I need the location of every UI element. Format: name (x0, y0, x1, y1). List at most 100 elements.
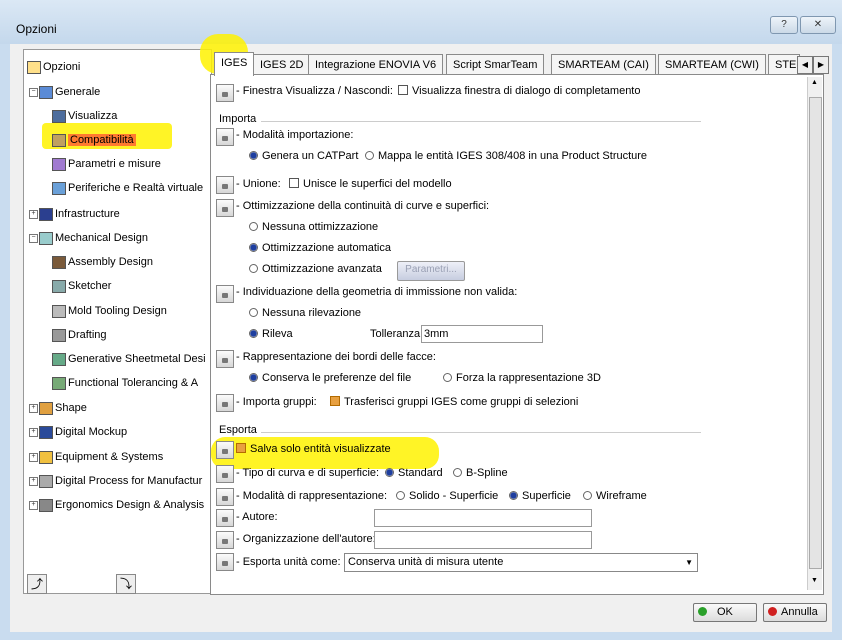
tab-iges[interactable]: IGES (214, 52, 255, 76)
radio-mappa-entita[interactable]: Mappa le entità IGES 308/408 in una Prod… (365, 150, 647, 162)
radio-standard[interactable]: Standard (385, 467, 443, 479)
tree-tool-right-icon[interactable]: ⤵ (116, 574, 136, 594)
radio-icon (249, 221, 258, 231)
parametri-button[interactable]: Parametri... (397, 261, 465, 281)
modalita-label: - Modalità importazione: (236, 129, 354, 141)
tab-scroll-right-icon[interactable]: ▶ (813, 56, 829, 74)
tree-item-ergonomics[interactable]: Ergonomics Design & Analysis (39, 496, 204, 514)
unione-checkbox[interactable]: Unisce le superfici del modello (289, 178, 452, 190)
radio-solido-superficie[interactable]: Solido - Superficie (396, 490, 498, 502)
gruppi-checkbox[interactable]: Trasferisci gruppi IGES come gruppi di s… (330, 396, 578, 408)
tab-iges-2d[interactable]: IGES 2D (253, 54, 311, 75)
options-window: Opzioni ? ✕ Opzioni − Generale Visualizz… (0, 0, 842, 640)
radio-ottimizzazione-avanzata[interactable]: Ottimizzazione avanzata (249, 263, 382, 275)
sketcher-icon (52, 279, 66, 293)
options-tree[interactable]: Opzioni − Generale Visualizza Compatibil… (23, 49, 212, 594)
lock-icon[interactable] (216, 465, 234, 483)
tree-item-parametri[interactable]: Parametri e misure (52, 155, 161, 173)
tab-scroll-left-icon[interactable]: ◀ (797, 56, 813, 74)
tree-item-shape[interactable]: Shape (39, 399, 87, 417)
tree-item-assembly[interactable]: Assembly Design (52, 253, 153, 271)
organizzazione-input[interactable] (374, 531, 592, 549)
scroll-up-icon[interactable]: ▲ (811, 79, 818, 86)
mockup-icon (39, 425, 53, 439)
tab-script-smarteam[interactable]: Script SmarTeam (446, 54, 545, 75)
finestra-label: - Finestra Visualizza / Nascondi: (236, 85, 393, 97)
lock-icon[interactable] (216, 553, 234, 571)
expand-icon[interactable]: + (29, 428, 38, 437)
expand-icon[interactable]: + (29, 210, 38, 219)
finestra-checkbox[interactable]: Visualizza finestra di dialogo di comple… (398, 85, 640, 97)
lock-icon[interactable] (216, 394, 234, 412)
tolleranza-input[interactable]: 3mm (421, 325, 543, 343)
help-button[interactable]: ? (770, 16, 798, 34)
sheetmetal-icon (52, 352, 66, 366)
lock-icon[interactable] (216, 199, 234, 217)
lock-icon[interactable] (216, 285, 234, 303)
lock-icon[interactable] (216, 176, 234, 194)
lock-icon[interactable] (216, 488, 234, 506)
tab-enovia[interactable]: Integrazione ENOVIA V6 (308, 54, 444, 75)
collapse-icon[interactable]: − (29, 88, 38, 97)
scroll-down-icon[interactable]: ▼ (811, 577, 818, 584)
radio-conserva-preferenze[interactable]: Conserva le preferenze del file (249, 372, 411, 384)
unita-select[interactable]: Conserva unità di misura utente ▼ (344, 553, 698, 572)
radio-superficie[interactable]: Superficie (509, 490, 571, 502)
dropdown-arrow-icon: ▼ (685, 558, 693, 567)
tree-item-sketcher[interactable]: Sketcher (52, 277, 111, 295)
tree-item-digital-process[interactable]: Digital Process for Manufactur (39, 472, 202, 490)
tree-item-infrastructure[interactable]: Infrastructure (39, 205, 120, 223)
tab-smarteam-cai[interactable]: SMARTEAM (CAI) (551, 54, 656, 75)
panel-scrollbar[interactable]: ▲ ▼ (807, 77, 822, 590)
radio-nessuna-ottimizzazione[interactable]: Nessuna ottimizzazione (249, 221, 378, 233)
tab-ste[interactable]: STE (768, 54, 800, 75)
parameters-icon (52, 157, 66, 171)
tree-item-drafting[interactable]: Drafting (52, 326, 107, 344)
radio-forza-3d[interactable]: Forza la rappresentazione 3D (443, 372, 601, 384)
radio-ottimizzazione-automatica[interactable]: Ottimizzazione automatica (249, 242, 391, 254)
radio-rileva[interactable]: Rileva (249, 328, 293, 340)
lock-icon[interactable] (216, 441, 234, 459)
lock-icon[interactable] (216, 84, 234, 102)
autore-input[interactable] (374, 509, 592, 527)
assembly-icon (52, 255, 66, 269)
radio-icon (365, 150, 374, 160)
expand-icon[interactable]: + (29, 477, 38, 486)
expand-icon[interactable]: + (29, 404, 38, 413)
tree-item-mechanical-design[interactable]: Mechanical Design (39, 229, 148, 247)
tree-item-compatibilita[interactable]: Compatibilità (52, 131, 136, 149)
cancel-button[interactable]: Annulla (763, 603, 827, 622)
radio-selected-icon (509, 490, 518, 500)
tree-item-equipment[interactable]: Equipment & Systems (39, 448, 163, 466)
collapse-icon[interactable]: − (29, 234, 38, 243)
radio-selected-icon (249, 372, 258, 382)
lock-icon[interactable] (216, 531, 234, 549)
close-button[interactable]: ✕ (800, 16, 836, 34)
scrollbar-thumb[interactable] (809, 97, 822, 569)
checkbox-icon (398, 85, 408, 96)
ok-button[interactable]: OK (693, 603, 757, 622)
expand-icon[interactable]: + (29, 453, 38, 462)
radio-bspline[interactable]: B-Spline (453, 467, 508, 479)
tree-item-periferiche[interactable]: Periferiche e Realtà virtuale (52, 179, 203, 197)
lock-icon[interactable] (216, 509, 234, 527)
drafting-icon (52, 328, 66, 342)
salva-checkbox[interactable]: Salva solo entità visualizzate (236, 443, 391, 455)
lock-icon[interactable] (216, 128, 234, 146)
tree-item-tolerancing[interactable]: Functional Tolerancing & A (52, 374, 198, 392)
radio-wireframe[interactable]: Wireframe (583, 490, 647, 502)
checkbox-icon (289, 178, 299, 189)
radio-genera-catpart[interactable]: Genera un CATPart (249, 150, 358, 162)
tree-item-digital-mockup[interactable]: Digital Mockup (39, 423, 127, 441)
tree-item-sheetmetal[interactable]: Generative Sheetmetal Desi (52, 350, 206, 368)
radio-nessuna-rilevazione[interactable]: Nessuna rilevazione (249, 307, 361, 319)
tree-item-generale[interactable]: Generale (39, 83, 100, 101)
tab-smarteam-cwi[interactable]: SMARTEAM (CWI) (658, 54, 766, 75)
tree-item-opzioni[interactable]: Opzioni (27, 58, 80, 76)
esporta-section-title: Esporta (219, 424, 257, 436)
expand-icon[interactable]: + (29, 501, 38, 510)
tree-tool-left-icon[interactable]: ⤴ (27, 574, 47, 594)
lock-icon[interactable] (216, 350, 234, 368)
infrastructure-icon (39, 207, 53, 221)
tree-item-mold[interactable]: Mold Tooling Design (52, 302, 167, 320)
